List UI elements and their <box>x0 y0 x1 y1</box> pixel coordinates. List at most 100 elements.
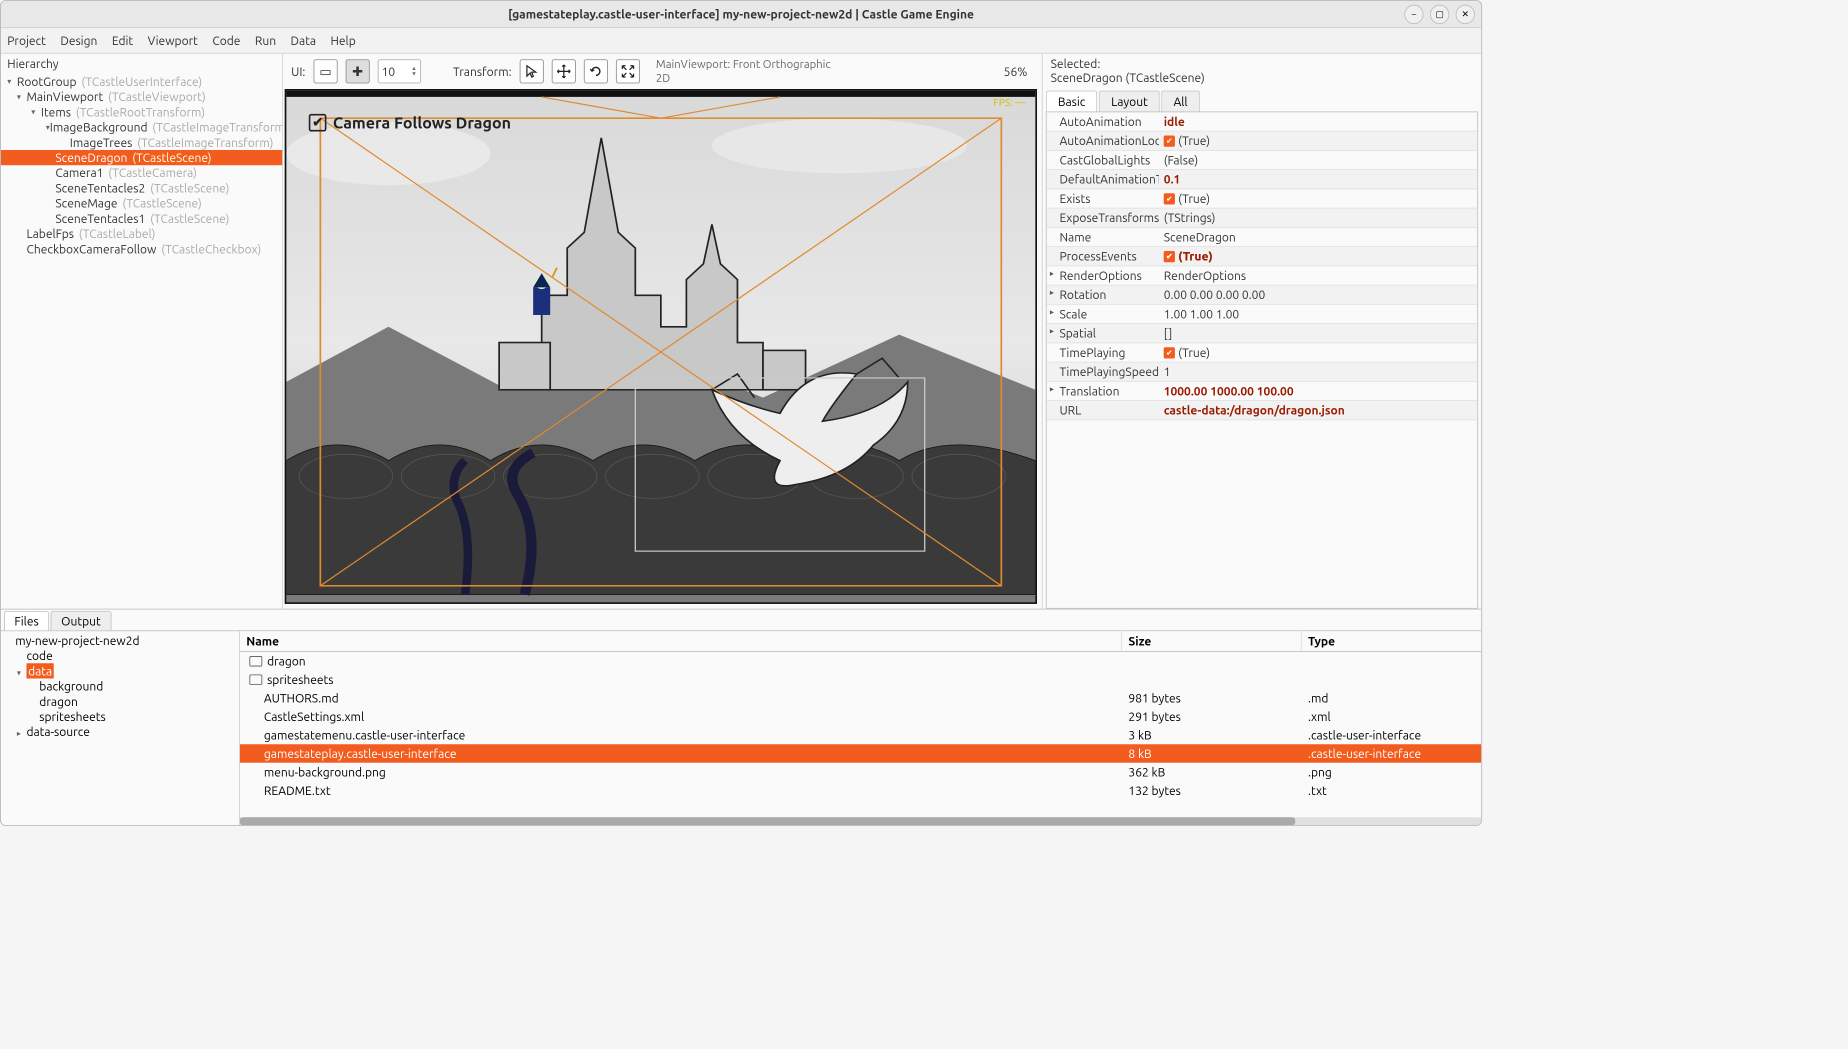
property-row[interactable]: AutoAnimationidle <box>1047 112 1478 131</box>
ui-rect-tool[interactable]: ▭ <box>313 59 337 83</box>
hierarchy-item[interactable]: Camera1(TCastleCamera) <box>1 165 283 180</box>
hierarchy-item[interactable]: SceneTentacles1(TCastleScene) <box>1 211 283 226</box>
viewport-canvas[interactable]: ✔ Camera Follows Dragon FPS: — <box>285 89 1037 604</box>
menu-code[interactable]: Code <box>212 34 240 48</box>
spinner-value: 10 <box>382 65 396 79</box>
project-tree-item[interactable]: background <box>4 678 236 693</box>
property-row[interactable]: ProcessEvents✔ (True) <box>1047 247 1478 266</box>
file-list-scrollbar[interactable] <box>240 817 1481 825</box>
hierarchy-item[interactable]: SceneMage(TCastleScene) <box>1 196 283 211</box>
menu-run[interactable]: Run <box>255 34 276 48</box>
tab-layout[interactable]: Layout <box>1099 91 1160 112</box>
project-tree-item[interactable]: dragon <box>4 694 236 709</box>
tab-basic[interactable]: Basic <box>1046 91 1098 112</box>
bottom-split: my-new-project-new2dcode▾databackgroundd… <box>1 631 1481 825</box>
folder-icon <box>249 656 262 666</box>
select-tool[interactable] <box>520 59 544 83</box>
ui-label: UI: <box>291 65 305 79</box>
tab-output[interactable]: Output <box>51 611 111 630</box>
camera-follow-checkbox[interactable]: ✔ Camera Follows Dragon <box>309 113 511 131</box>
project-tree-item[interactable]: spritesheets <box>4 709 236 724</box>
scene-svg <box>286 91 1035 603</box>
folder-row[interactable]: dragon <box>240 652 1481 670</box>
file-row[interactable]: AUTHORS.md981 bytes.md <box>240 689 1481 707</box>
hierarchy-item[interactable]: ▾ImageBackground(TCastleImageTransform) <box>1 119 283 134</box>
hierarchy-item[interactable]: CheckboxCameraFollow(TCastleCheckbox) <box>1 241 283 256</box>
property-row[interactable]: URLcastle-data:/dragon/dragon.json <box>1047 401 1478 420</box>
ui-anchor-tool[interactable]: ✚ <box>345 59 369 83</box>
property-row[interactable]: NameSceneDragon <box>1047 228 1478 247</box>
file-rows[interactable]: dragonspritesheetsAUTHORS.md981 bytes.md… <box>240 652 1481 817</box>
property-row[interactable]: ▸Scale1.00 1.00 1.00 <box>1047 305 1478 324</box>
ui-grid-spinner[interactable]: 10 ▲▼ <box>378 59 421 83</box>
file-row[interactable]: gamestatemenu.castle-user-interface3 kB.… <box>240 726 1481 744</box>
move-tool[interactable] <box>552 59 576 83</box>
app-window: [gamestateplay.castle-user-interface] my… <box>0 0 1482 826</box>
menu-edit[interactable]: Edit <box>112 34 133 48</box>
property-row[interactable]: TimePlayingSpeed1 <box>1047 363 1478 382</box>
inspector-panel: Selected: SceneDragon (TCastleScene) Bas… <box>1042 54 1481 609</box>
hierarchy-item[interactable]: ▾MainViewport(TCastleViewport) <box>1 89 283 104</box>
file-row[interactable]: README.txt132 bytes.txt <box>240 781 1481 799</box>
folder-row[interactable]: spritesheets <box>240 670 1481 688</box>
property-row[interactable]: ▸Translation1000.00 1000.00 100.00 <box>1047 382 1478 401</box>
property-row[interactable]: Exists✔ (True) <box>1047 189 1478 208</box>
menubar: Project Design Edit Viewport Code Run Da… <box>1 28 1481 54</box>
inspector-header: Selected: SceneDragon (TCastleScene) <box>1043 54 1482 88</box>
main-area: Hierarchy ▾RootGroup(TCastleUserInterfac… <box>1 54 1481 609</box>
project-tree[interactable]: my-new-project-new2dcode▾databackgroundd… <box>1 631 240 825</box>
folder-icon <box>249 674 262 684</box>
inspector-tabs: Basic Layout All <box>1046 91 1478 113</box>
property-row[interactable]: TimePlaying✔ (True) <box>1047 343 1478 362</box>
close-button[interactable]: ✕ <box>1456 4 1475 23</box>
col-size[interactable]: Size <box>1122 631 1302 651</box>
property-row[interactable]: AutoAnimationLoop✔ (True) <box>1047 132 1478 151</box>
hierarchy-panel: Hierarchy ▾RootGroup(TCastleUserInterfac… <box>1 54 283 609</box>
project-tree-item[interactable]: my-new-project-new2d <box>4 633 236 648</box>
menu-design[interactable]: Design <box>60 34 97 48</box>
hierarchy-item[interactable]: SceneTentacles2(TCastleScene) <box>1 180 283 195</box>
hierarchy-item[interactable]: ▾RootGroup(TCastleUserInterface) <box>1 74 283 89</box>
project-tree-item[interactable]: ▾data <box>4 663 236 678</box>
hierarchy-tree[interactable]: ▾RootGroup(TCastleUserInterface)▾MainVie… <box>1 74 283 257</box>
zoom-percent: 56% <box>1004 65 1028 79</box>
property-grid[interactable]: AutoAnimationidleAutoAnimationLoop✔ (Tru… <box>1046 112 1478 608</box>
menu-help[interactable]: Help <box>331 34 356 48</box>
property-row[interactable]: DefaultAnimationTransition0.1 <box>1047 170 1478 189</box>
file-row[interactable]: CastleSettings.xml291 bytes.xml <box>240 707 1481 725</box>
property-row[interactable]: ▸Rotation0.00 0.00 0.00 0.00 <box>1047 286 1478 305</box>
project-tree-item[interactable]: ▸data-source <box>4 724 236 739</box>
spinner-arrows[interactable]: ▲▼ <box>411 66 417 77</box>
col-name[interactable]: Name <box>240 631 1122 651</box>
window-title: [gamestateplay.castle-user-interface] my… <box>508 7 974 21</box>
titlebar: [gamestateplay.castle-user-interface] my… <box>1 1 1481 28</box>
bottom-panel: Files Output my-new-project-new2dcode▾da… <box>1 609 1481 826</box>
tab-files[interactable]: Files <box>4 611 49 630</box>
hierarchy-item[interactable]: SceneDragon(TCastleScene) <box>1 150 283 165</box>
col-type[interactable]: Type <box>1302 631 1482 651</box>
file-row[interactable]: menu-background.png362 kB.png <box>240 763 1481 781</box>
property-row[interactable]: ExposeTransforms(TStrings) <box>1047 209 1478 228</box>
tab-all[interactable]: All <box>1161 91 1199 112</box>
checkbox-label: Camera Follows Dragon <box>333 113 511 131</box>
file-row[interactable]: gamestateplay.castle-user-interface8 kB.… <box>240 744 1481 762</box>
menu-data[interactable]: Data <box>291 34 317 48</box>
scale-tool[interactable] <box>616 59 640 83</box>
file-list: Name Size Type dragonspritesheetsAUTHORS… <box>240 631 1481 825</box>
maximize-button[interactable]: ▢ <box>1430 4 1449 23</box>
menu-project[interactable]: Project <box>7 34 46 48</box>
project-tree-item[interactable]: code <box>4 648 236 663</box>
menu-viewport[interactable]: Viewport <box>148 34 198 48</box>
property-row[interactable]: ▸RenderOptionsRenderOptions <box>1047 266 1478 285</box>
viewport-toolbar: UI: ▭ ✚ 10 ▲▼ Transform: <box>283 54 1042 89</box>
hierarchy-item[interactable]: ImageTrees(TCastleImageTransform) <box>1 135 283 150</box>
fps-label: FPS: — <box>993 97 1026 108</box>
checkbox-icon: ✔ <box>309 113 327 131</box>
property-row[interactable]: CastGlobalLights(False) <box>1047 151 1478 170</box>
property-row[interactable]: ▸Spatial[] <box>1047 324 1478 343</box>
hierarchy-item[interactable]: ▾Items(TCastleRootTransform) <box>1 104 283 119</box>
rotate-tool[interactable] <box>584 59 608 83</box>
transform-label: Transform: <box>453 65 512 79</box>
minimize-button[interactable]: – <box>1404 4 1423 23</box>
hierarchy-item[interactable]: LabelFps(TCastleLabel) <box>1 226 283 241</box>
